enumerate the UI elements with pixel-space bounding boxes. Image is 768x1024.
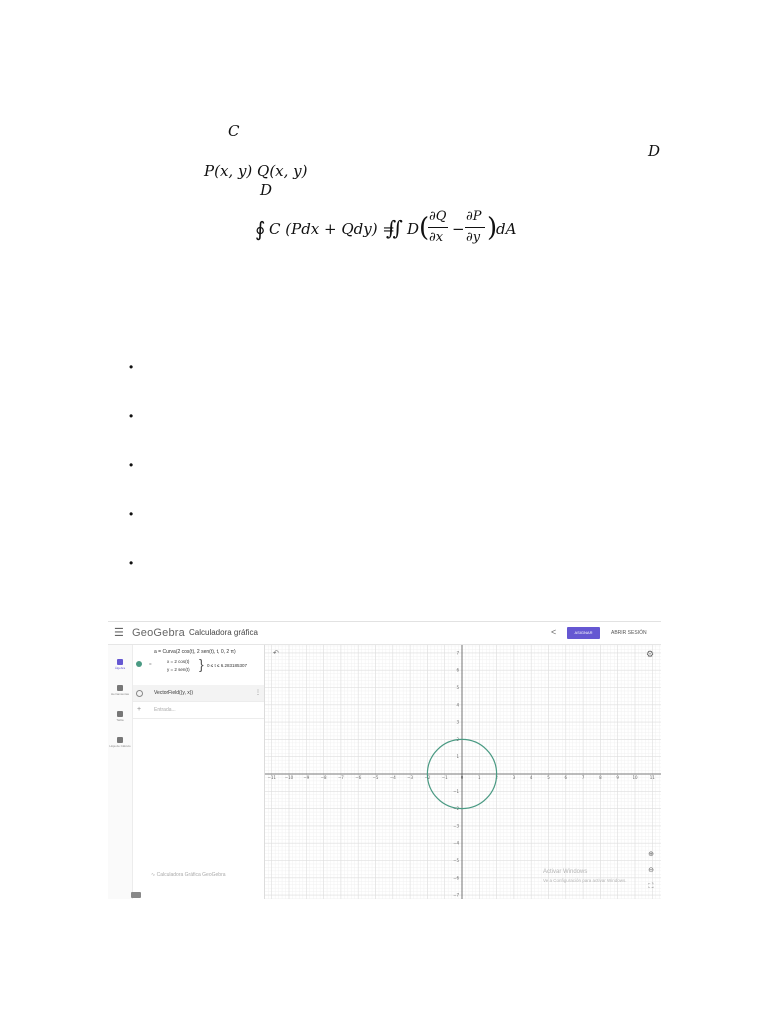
menu-icon[interactable]: ☰ (114, 626, 124, 639)
algebra-view: a = Curva(2 cos(t), 2 sen(t), t, 0, 2 π)… (133, 645, 265, 899)
algebra-footer-text: Calculadora Gráfica GeoGebra (156, 872, 226, 878)
x-tick-label: 10 (632, 775, 638, 780)
x-tick-label: 9 (616, 775, 619, 780)
list-bullet: • (129, 458, 134, 472)
list-bullet: • (129, 409, 134, 423)
list-bullet: • (129, 556, 134, 570)
y-tick-label: −7 (453, 893, 459, 898)
x-tick-label: 0 (461, 775, 464, 780)
windows-watermark-title: Activar Windows (543, 869, 588, 875)
curve-y: y = 2 sen(t) (167, 667, 190, 672)
x-tick-label: −9 (303, 775, 309, 780)
geogebra-logo: GeoGebra (132, 627, 185, 639)
list-bullet: • (129, 360, 134, 374)
list-bullet: • (129, 507, 134, 521)
curve-definition: a = Curva(2 cos(t), 2 sen(t), t, 0, 2 π) (154, 649, 236, 655)
x-tick-label: −1 (442, 775, 448, 780)
y-tick-label: −1 (453, 789, 459, 794)
x-tick-label: 1 (478, 775, 481, 780)
x-tick-label: −11 (267, 775, 276, 780)
sidebar-item-label: Herramientas (110, 692, 129, 696)
x-tick-label: 3 (513, 775, 516, 780)
x-tick-label: −5 (373, 775, 379, 780)
algebra-row-curve[interactable]: a = Curva(2 cos(t), 2 sen(t), t, 0, 2 π)… (133, 645, 264, 686)
assign-button[interactable]: ASIGNAR (567, 627, 600, 639)
geogebra-header: ☰ GeoGebra Calculadora gráfica < ASIGNAR… (108, 622, 661, 645)
x-tick-label: 6 (565, 775, 568, 780)
add-icon[interactable]: + (137, 706, 141, 713)
x-tick-label: 4 (530, 775, 533, 780)
y-tick-label: −3 (453, 823, 459, 828)
table-icon (117, 711, 123, 717)
sidebar-item-label: Hoja de Cálculo (109, 744, 131, 748)
graphics-view[interactable]: −11 −10 −9 −8 −7 −6 −5 −4 −3 −2 −1 0 1 2 3 4 5 6 7 8 9 10 11 7 6… (265, 645, 661, 899)
keyboard-icon[interactable] (131, 892, 141, 898)
y-tick-label: −5 (453, 858, 459, 863)
calculator-icon (117, 659, 123, 665)
region-symbol-2: D (260, 181, 273, 199)
x-tick-label: 5 (547, 775, 550, 780)
equals-sign: = (149, 661, 152, 666)
geogebra-window: ☰ GeoGebra Calculadora gráfica < ASIGNAR… (108, 621, 661, 899)
y-tick-label: −4 (453, 841, 459, 846)
x-tick-label: −8 (321, 775, 327, 780)
greens-theorem-formula: ∮ C (Pdx + Qdy) = ∬ D ( ∂Q ∂x − ∂P ∂y ) … (255, 209, 517, 245)
curve-symbol: C (228, 122, 240, 140)
curve-range: 0 ≤ t ≤ 6.283185307 (207, 663, 247, 668)
sidebar-item-algebra[interactable]: Álgebra (108, 659, 132, 670)
x-tick-label: −6 (355, 775, 361, 780)
undo-icon[interactable]: ↶ (273, 649, 279, 657)
x-tick-label: −7 (338, 775, 344, 780)
zoom-out-icon[interactable]: ⊖ (645, 865, 657, 877)
y-tick-label: −6 (453, 875, 459, 880)
sidebar-item-label: Tabla (116, 718, 124, 722)
visibility-toggle-icon[interactable] (136, 690, 143, 697)
book-icon (117, 737, 123, 743)
zoom-in-icon[interactable]: ⊕ (645, 849, 657, 861)
sidebar-item-spreadsheet[interactable]: Hoja de Cálculo (108, 737, 132, 748)
sidebar-item-tools[interactable]: Herramientas (108, 685, 132, 696)
more-options-icon[interactable]: ⋮ (255, 689, 261, 696)
algebra-row-vector-field[interactable]: VectorField((y, x)) ⋮ (133, 685, 264, 702)
sidebar-item-label: Álgebra (114, 666, 126, 670)
visibility-toggle-icon[interactable] (136, 661, 142, 667)
graph-canvas[interactable]: −11 −10 −9 −8 −7 −6 −5 −4 −3 −2 −1 0 1 2 3 4 5 6 7 8 9 10 1176… (265, 645, 661, 899)
algebra-footer: ∿ Calculadora Gráfica GeoGebra (151, 872, 226, 878)
login-button[interactable]: ABRIR SESIÓN (611, 630, 647, 636)
region-symbol: D (648, 142, 661, 160)
windows-watermark-subtitle: Ve a Configuración para activar Windows. (543, 878, 627, 883)
share-icon[interactable]: < (551, 627, 556, 637)
fullscreen-icon[interactable]: ⛶ (645, 881, 657, 893)
x-tick-label: 11 (650, 775, 656, 780)
function-names: P(x, y) Q(x, y) (204, 162, 308, 180)
algebra-input-row[interactable]: + Entrada... (133, 702, 264, 719)
gear-icon[interactable]: ⚙ (646, 649, 654, 660)
x-tick-label: −10 (285, 775, 294, 780)
vector-field-definition: VectorField((y, x)) (154, 690, 194, 696)
x-tick-label: −3 (407, 775, 413, 780)
sidebar-item-table[interactable]: Tabla (108, 711, 132, 722)
sidebar: Álgebra Herramientas Tabla Hoja de Cálcu… (108, 645, 133, 899)
curve-x: x = 2 cos(t) (167, 659, 190, 664)
input-field[interactable]: Entrada... (154, 707, 176, 713)
x-tick-label: −4 (390, 775, 396, 780)
brace: } (199, 656, 204, 672)
app-title: Calculadora gráfica (189, 628, 258, 637)
tools-icon (117, 685, 123, 691)
x-tick-label: 8 (599, 775, 602, 780)
